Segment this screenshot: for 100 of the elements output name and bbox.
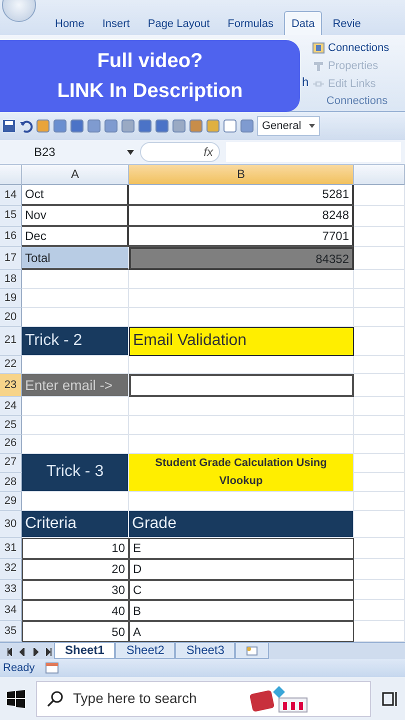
task-view-icon[interactable] [381,690,399,708]
empty-cell[interactable] [354,454,405,473]
column-header[interactable]: A [22,165,129,185]
caret-icon [309,124,316,128]
sheet-nav-icon[interactable] [46,648,54,656]
row-header[interactable]: 20 [0,308,22,327]
table-cell: Enter email -> [22,374,129,398]
row-header[interactable]: 28 [0,472,22,492]
toolbar-icon[interactable] [206,119,220,133]
table-cell: 5281 [129,185,354,206]
toolbar-icon[interactable] [240,119,254,133]
empty-cell[interactable] [354,270,405,290]
row-header[interactable]: 24 [0,397,22,416]
empty-cell[interactable] [354,397,405,416]
row-header[interactable]: 29 [0,492,22,512]
empty-cell[interactable] [354,289,405,308]
ribbon-tab[interactable]: Insert [95,11,137,35]
sheet-tab[interactable]: Sheet1 [54,643,116,659]
row-header[interactable]: 23 [0,374,22,398]
table-cell: Oct [22,185,129,206]
table-cell: 8248 [129,206,354,227]
row-header[interactable]: 19 [0,289,22,308]
table-cell: 10 [22,538,129,559]
column-header[interactable] [354,165,405,185]
new-sheet-icon [246,646,258,656]
insert-sheet-button[interactable] [235,643,270,659]
empty-cell[interactable] [354,356,405,374]
toolbar-icon[interactable] [121,119,135,133]
empty-cell[interactable] [129,397,354,416]
empty-cell[interactable] [354,472,405,492]
toolbar-icon[interactable] [138,119,152,133]
ribbon-tab[interactable]: Revie [326,11,368,35]
row-header[interactable]: 17 [0,247,22,270]
ribbon-tab[interactable]: Home [48,11,92,35]
macro-record-icon[interactable] [44,662,59,674]
ribbon-item[interactable]: Connections [312,39,402,57]
row-header[interactable]: 21 [0,326,22,356]
sheet-tab[interactable]: Sheet3 [175,643,236,659]
row-header[interactable]: 33 [0,580,22,600]
toolbar-icon[interactable] [223,119,237,133]
empty-cell[interactable] [354,600,405,622]
empty-cell[interactable] [354,185,405,206]
toolbar-icon[interactable] [155,119,169,133]
empty-cell[interactable] [354,416,405,435]
empty-cell[interactable] [354,580,405,600]
toolbar-icon[interactable] [104,119,118,133]
app-icon[interactable] [249,684,309,714]
row-header[interactable]: 32 [0,558,22,580]
row-header[interactable]: 26 [0,434,22,454]
row-header[interactable]: 16 [0,226,22,248]
save-icon[interactable] [2,119,16,133]
table-cell: Email Validation [129,326,354,356]
table-cell: C [129,580,354,600]
row-header[interactable]: 31 [0,538,22,559]
row-header[interactable]: 15 [0,206,22,227]
empty-cell[interactable] [354,226,405,248]
ribbon-tab[interactable]: Data [284,11,322,35]
row-header[interactable]: 22 [0,356,22,374]
empty-cell[interactable] [354,538,405,559]
toolbar-icon[interactable] [189,119,203,133]
row-header[interactable]: 18 [0,270,22,290]
empty-cell[interactable] [354,558,405,580]
table-cell: Nov [22,206,129,227]
row-header[interactable]: 14 [0,185,22,206]
toolbar-icon[interactable] [36,119,50,133]
toolbar-icon[interactable] [70,119,84,133]
insert-function-button[interactable]: fx [140,142,220,162]
undo-icon[interactable] [19,119,33,133]
empty-cell[interactable] [354,492,405,512]
table-cell: D [129,558,354,580]
empty-cell[interactable] [129,416,354,435]
table-cell: 40 [22,600,129,622]
caret-icon [127,150,134,154]
table-cell: Criteria [22,511,129,538]
number-format-dropdown[interactable]: General [257,116,320,136]
row-header[interactable]: 30 [0,511,22,538]
empty-cell[interactable] [129,289,354,308]
banner-text: LINK In Description [57,79,243,104]
toolbar-icon[interactable] [53,119,67,133]
ribbon-tab[interactable]: Page Layout [140,11,217,35]
name-box[interactable]: B23 [4,143,134,161]
column-header[interactable]: B [129,165,354,185]
row-header[interactable]: 25 [0,416,22,435]
taskbar-search-bar[interactable]: Type here to search [36,680,371,716]
row-header[interactable]: 27 [0,454,22,473]
toolbar-icon[interactable] [172,119,186,133]
empty-cell[interactable] [354,308,405,327]
empty-cell[interactable] [129,270,354,290]
row-header[interactable]: 35 [0,621,22,642]
select-all-corner[interactable] [0,165,22,185]
empty-cell[interactable] [354,206,405,227]
row-header[interactable]: 34 [0,600,22,622]
windows-icon[interactable] [6,688,26,708]
table-cell: 30 [22,580,129,600]
input-cell[interactable] [129,374,354,398]
sheet-tab[interactable]: Sheet2 [115,643,176,659]
ribbon-tab[interactable]: Formulas [220,11,280,35]
table-cell: Total [22,247,129,270]
empty-cell[interactable] [354,434,405,454]
toolbar-icon[interactable] [87,119,101,133]
